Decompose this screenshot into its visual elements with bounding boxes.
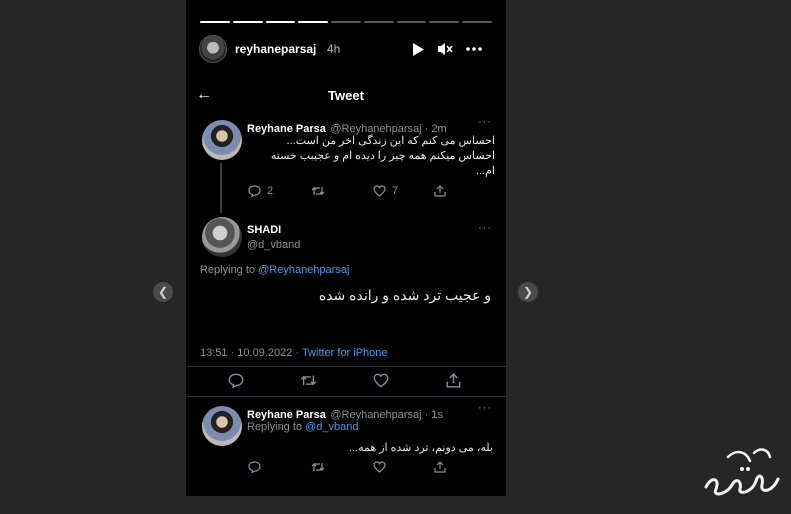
author-name[interactable]: Reyhane Parsa [247, 409, 326, 421]
story-avatar[interactable] [199, 35, 227, 63]
author-name[interactable]: SHADI [247, 224, 300, 236]
mute-icon [438, 43, 453, 55]
prev-story-button[interactable]: ❮ [153, 282, 173, 302]
reply-icon [248, 461, 261, 473]
share-button[interactable] [434, 185, 446, 197]
share-button[interactable] [434, 461, 446, 473]
tweet-more-icon[interactable]: ··· [478, 116, 492, 128]
story-username[interactable]: reyhaneparsaj [235, 42, 316, 56]
like-button[interactable] [373, 373, 389, 388]
retweet-button[interactable] [311, 185, 325, 197]
like-icon [373, 461, 386, 473]
progress-segment [200, 21, 230, 23]
progress-segment [462, 21, 493, 23]
avatar[interactable] [202, 217, 242, 257]
reply-count: 2 [267, 185, 274, 197]
tweet-more-icon[interactable]: ··· [478, 402, 492, 414]
tweet-line: احساس می کنم که این زندگی اخر من است... [286, 135, 495, 147]
like-button[interactable] [373, 461, 386, 473]
progress-segment [265, 21, 296, 23]
page-title: Tweet [328, 88, 364, 103]
play-button[interactable] [409, 40, 427, 58]
retweet-button[interactable] [300, 373, 317, 388]
retweet-button[interactable] [311, 461, 325, 473]
tweet-timestamp: 13:51 · 10.09.2022 · [200, 347, 300, 359]
thread-line [220, 163, 222, 213]
next-story-button[interactable]: ❯ [518, 282, 538, 302]
author-handle[interactable]: @Reyhanehparsaj · 1s [330, 409, 443, 421]
mute-button[interactable] [436, 40, 454, 58]
reply-button[interactable] [228, 373, 244, 388]
author-handle[interactable]: @d_vband [247, 239, 300, 251]
more-icon [466, 47, 482, 51]
next-story-icon: ❯ [522, 285, 534, 299]
progress-segment [232, 21, 263, 23]
reply-button[interactable]: 2 [248, 185, 273, 197]
tweet-text: احساس می کنم که این زندگی اخر من است... … [247, 134, 495, 179]
play-icon [413, 42, 424, 56]
replying-label: Replying to [200, 264, 256, 276]
progress-segment [363, 21, 394, 23]
story-viewer: reyhaneparsaj 4h ← Tweet Reyhane Parsa @… [186, 0, 506, 496]
story-time: 4h [327, 42, 341, 56]
like-button[interactable]: 7 [373, 185, 398, 197]
retweet-icon [300, 375, 317, 386]
tweet-line: ام... [475, 165, 495, 177]
share-icon [434, 461, 446, 473]
reply-button[interactable] [248, 461, 261, 473]
replying-label: Replying to [247, 421, 303, 433]
like-icon [373, 185, 386, 197]
reply-icon [248, 185, 261, 197]
replying-to-link[interactable]: @d_vband [305, 421, 358, 433]
watermark-logo [704, 448, 780, 496]
tweet-text: بله، می دونم، ترد شده از همه... [348, 442, 493, 454]
like-count: 7 [392, 185, 399, 197]
divider [186, 396, 506, 397]
tweet-line: احساس میکنم همه چیز را دیده ام و عجیبب خ… [270, 150, 495, 162]
retweet-icon [311, 187, 325, 195]
replying-to: Replying to @d_vband [247, 421, 358, 433]
progress-segment [331, 21, 361, 23]
progress-segment [396, 21, 427, 23]
share-button[interactable] [446, 373, 461, 388]
share-icon [434, 185, 446, 197]
tweet-main-text: و عجیب ترد شده و رانده شده [318, 287, 491, 303]
story-header: reyhaneparsaj 4h [199, 34, 499, 64]
like-icon [373, 373, 389, 388]
avatar[interactable] [202, 120, 242, 160]
more-options-button[interactable] [465, 40, 483, 58]
share-icon [446, 373, 461, 388]
tweet-more-icon[interactable]: ··· [478, 222, 492, 234]
tweet-meta: 13:51 · 10.09.2022 · Twitter for iPhone [200, 347, 388, 359]
prev-story-icon: ❮ [157, 285, 169, 299]
replying-to-link[interactable]: @Reyhanehparsaj [258, 264, 349, 276]
story-progress [200, 21, 493, 24]
progress-segment [429, 21, 460, 23]
reply-icon [228, 373, 244, 388]
tweet-page-header: ← Tweet [186, 80, 506, 110]
avatar[interactable] [202, 406, 242, 446]
tweet-author: SHADI @d_vband [247, 224, 300, 251]
progress-segment [298, 21, 329, 23]
divider [186, 366, 506, 367]
replying-to: Replying to @Reyhanehparsaj [200, 264, 349, 276]
retweet-icon [311, 463, 325, 471]
tweet-source[interactable]: Twitter for iPhone [302, 347, 388, 359]
